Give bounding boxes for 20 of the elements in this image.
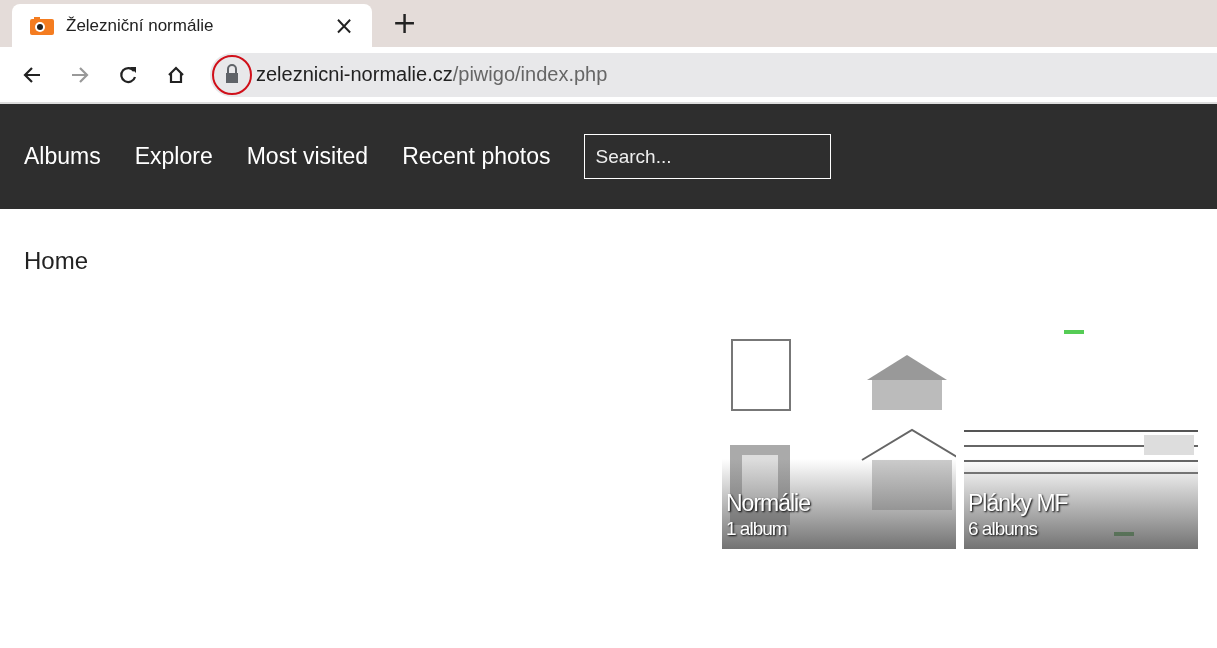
browser-tab[interactable]: Železniční normálie ×: [12, 4, 372, 47]
address-bar[interactable]: zeleznicni-normalie.cz/piwigo/index.php: [210, 52, 1217, 97]
tab-title: Železniční normálie: [66, 15, 215, 36]
home-icon[interactable]: [166, 64, 186, 85]
nav-link[interactable]: Albums: [24, 143, 101, 170]
camera-icon: [30, 16, 54, 35]
reload-icon[interactable]: [118, 64, 138, 85]
new-tab-button[interactable]: +: [392, 5, 418, 41]
album-count: 1 album: [726, 517, 788, 541]
album-count: 6 albums: [968, 517, 1039, 541]
lock-icon: [210, 52, 254, 97]
nav-link[interactable]: Recent photos: [402, 143, 551, 170]
forward-icon[interactable]: [70, 64, 90, 85]
url-text: zeleznicni-normalie.cz/piwigo/index.php: [256, 63, 608, 86]
search-field[interactable]: Search...: [584, 134, 832, 179]
close-tab-button[interactable]: ×: [333, 11, 354, 40]
breadcrumb: Home: [24, 247, 90, 275]
nav-link[interactable]: Most visited: [246, 143, 369, 170]
back-icon[interactable]: [22, 64, 42, 85]
nav-link[interactable]: Explore: [134, 143, 213, 170]
